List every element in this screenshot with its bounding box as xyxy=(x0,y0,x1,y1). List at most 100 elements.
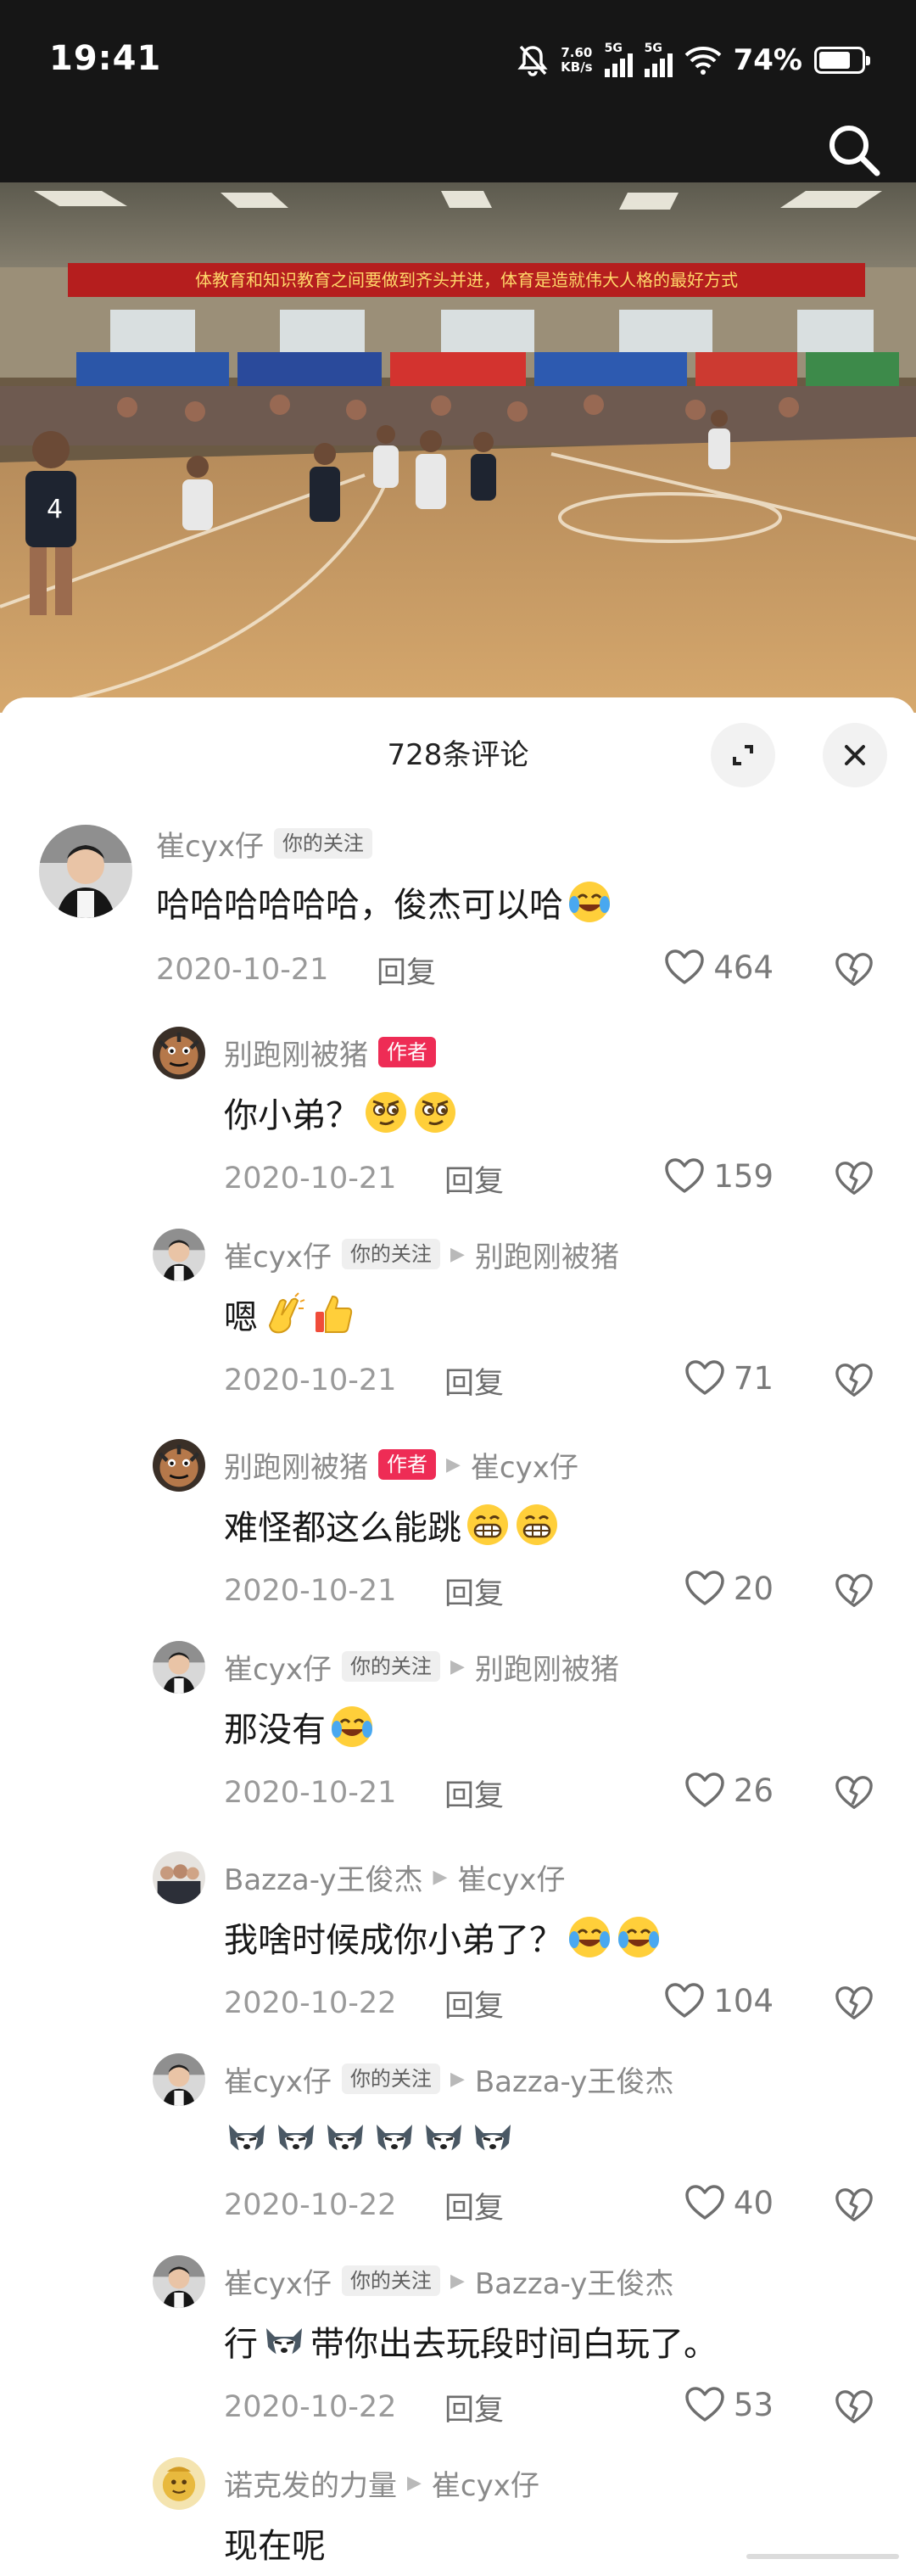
husky-emoji-icon xyxy=(377,2125,412,2155)
avatar[interactable] xyxy=(153,1027,205,1079)
like-count: 53 xyxy=(733,2386,774,2423)
comment-date: 2020-10-22 xyxy=(224,1986,397,2020)
reply-to-username[interactable]: Bazza-y王俊杰 xyxy=(475,2058,673,2100)
reply-to-username[interactable]: 崔cyx仔 xyxy=(471,1444,578,1486)
husky-emoji-icon xyxy=(229,2125,265,2155)
like-count: 159 xyxy=(713,1157,774,1195)
reply-button[interactable]: 回复 xyxy=(444,1982,504,2025)
heart-outline-icon xyxy=(685,1360,724,1395)
broken-heart-icon[interactable] xyxy=(835,1773,874,1812)
reply-to-username[interactable]: 别跑刚被猪 xyxy=(475,1234,619,1275)
video-player[interactable]: 体教育和知识教育之间要做到齐头并进，体育是造就伟大人格的最好方式 4 xyxy=(0,182,916,713)
avatar[interactable] xyxy=(153,1641,205,1694)
heart-outline-icon xyxy=(665,949,705,984)
comment-text-content: 嗯 xyxy=(224,1298,258,1337)
heart-outline-icon xyxy=(685,2387,724,2422)
like-button[interactable]: 159 xyxy=(664,1157,774,1195)
broken-heart-icon[interactable] xyxy=(835,2388,874,2427)
reply-button[interactable]: 回复 xyxy=(444,1359,504,1403)
username[interactable]: 崔cyx仔 xyxy=(224,2260,332,2302)
close-button[interactable] xyxy=(823,723,887,787)
username[interactable]: 崔cyx仔 xyxy=(224,1234,332,1275)
username[interactable]: 别跑刚被猪 xyxy=(224,1444,368,1486)
signal-icon-sim2: 5G xyxy=(644,42,673,77)
reply-to-username[interactable]: Bazza-y王俊杰 xyxy=(475,2260,673,2302)
avatar[interactable] xyxy=(153,2255,205,2308)
expand-button[interactable] xyxy=(711,723,775,787)
network-speed: 7.60 KB/s xyxy=(561,46,592,75)
avatar[interactable] xyxy=(39,825,132,918)
reply-button[interactable]: 回复 xyxy=(444,1772,504,1815)
broken-heart-icon[interactable] xyxy=(835,2186,874,2225)
like-button[interactable]: 464 xyxy=(664,949,774,986)
comment-header: 诺克发的力量 ▶ 崔cyx仔 xyxy=(224,2462,539,2504)
username[interactable]: 崔cyx仔 xyxy=(224,2058,332,2100)
battery-percent: 74% xyxy=(733,43,802,77)
broken-heart-icon[interactable] xyxy=(835,950,874,989)
heart-outline-icon xyxy=(685,2185,724,2220)
comment-footer: 2020-10-22 回复 xyxy=(224,2184,504,2226)
comment-date: 2020-10-21 xyxy=(224,1776,397,1810)
like-button[interactable]: 71 xyxy=(684,1359,774,1397)
heart-outline-icon xyxy=(685,1772,724,1807)
avatar[interactable] xyxy=(153,1439,205,1492)
broken-heart-icon[interactable] xyxy=(835,1159,874,1198)
reply-arrow-icon: ▶ xyxy=(450,1243,465,1265)
like-button[interactable]: 40 xyxy=(684,2184,774,2221)
husky-emoji-icon xyxy=(266,2328,302,2359)
expand-icon xyxy=(733,745,753,765)
comment-date: 2020-10-21 xyxy=(224,1574,397,1608)
like-button[interactable]: 26 xyxy=(684,1772,774,1809)
reply-button[interactable]: 回复 xyxy=(444,1570,504,1613)
reply-button[interactable]: 回复 xyxy=(377,949,436,992)
comment-footer: 2020-10-21 回复 xyxy=(224,1772,504,1814)
comment-text-content: 现在呢 xyxy=(224,2527,326,2566)
broken-heart-icon[interactable] xyxy=(835,1984,874,2023)
laugh-cry-emoji-icon xyxy=(569,882,610,922)
reply-arrow-icon: ▶ xyxy=(450,1655,465,1677)
like-button[interactable]: 53 xyxy=(684,2386,774,2423)
broken-heart-icon[interactable] xyxy=(835,1361,874,1400)
smirk-emoji-icon xyxy=(366,1092,406,1133)
reply-to-username[interactable]: 崔cyx仔 xyxy=(432,2462,539,2504)
username[interactable]: 崔cyx仔 xyxy=(224,1646,332,1688)
author-badge: 作者 xyxy=(378,1037,436,1067)
like-button[interactable]: 20 xyxy=(684,1570,774,1607)
avatar[interactable] xyxy=(153,1851,205,1904)
signal-icon-sim1: 5G xyxy=(604,42,633,77)
clap-emoji-icon xyxy=(268,1292,305,1334)
search-icon[interactable] xyxy=(823,119,885,182)
avatar-image xyxy=(153,2255,205,2308)
husky-emoji-icon xyxy=(327,2125,363,2155)
comment-text-content: 哈哈哈哈哈哈，俊杰可以哈 xyxy=(156,886,563,925)
reply-to-username[interactable]: 别跑刚被猪 xyxy=(475,1646,619,1688)
username[interactable]: 诺克发的力量 xyxy=(224,2462,397,2504)
comment-header: 崔cyx仔 你的关注 ▶ Bazza-y王俊杰 xyxy=(224,2058,673,2100)
reply-to-username[interactable]: 崔cyx仔 xyxy=(457,1856,565,1898)
avatar[interactable] xyxy=(153,2457,205,2510)
reply-button[interactable]: 回复 xyxy=(444,1157,504,1201)
username[interactable]: 别跑刚被猪 xyxy=(224,1032,368,1073)
comment-header: 崔cyx仔 你的关注 xyxy=(156,823,372,865)
like-button[interactable]: 104 xyxy=(664,1982,774,2019)
like-count: 20 xyxy=(733,1570,774,1607)
username[interactable]: Bazza-y王俊杰 xyxy=(224,1856,422,1898)
comment-text: 难怪都这么能跳 xyxy=(224,1500,560,1549)
comment-header: 别跑刚被猪 作者 ▶ 崔cyx仔 xyxy=(224,1444,578,1486)
reply-arrow-icon: ▶ xyxy=(450,2270,465,2292)
heart-outline-icon xyxy=(665,1158,705,1193)
home-indicator[interactable] xyxy=(746,2554,899,2559)
reply-button[interactable]: 回复 xyxy=(444,2184,504,2227)
avatar[interactable] xyxy=(153,1229,205,1281)
username[interactable]: 崔cyx仔 xyxy=(156,823,264,865)
reply-button[interactable]: 回复 xyxy=(444,2386,504,2429)
broken-heart-icon[interactable] xyxy=(835,1571,874,1610)
comment-footer: 2020-10-21 回复 xyxy=(224,1157,504,1200)
comment-footer: 2020-10-22 回复 xyxy=(224,2386,504,2428)
gym-banner-text: 体教育和知识教育之间要做到齐头并进，体育是造就伟大人格的最好方式 xyxy=(195,270,738,290)
heart-outline-icon xyxy=(665,1983,705,2018)
like-count: 40 xyxy=(733,2184,774,2221)
comment-text: 你小弟？ xyxy=(224,1088,458,1137)
comment-date: 2020-10-22 xyxy=(224,2188,397,2222)
avatar[interactable] xyxy=(153,2053,205,2106)
